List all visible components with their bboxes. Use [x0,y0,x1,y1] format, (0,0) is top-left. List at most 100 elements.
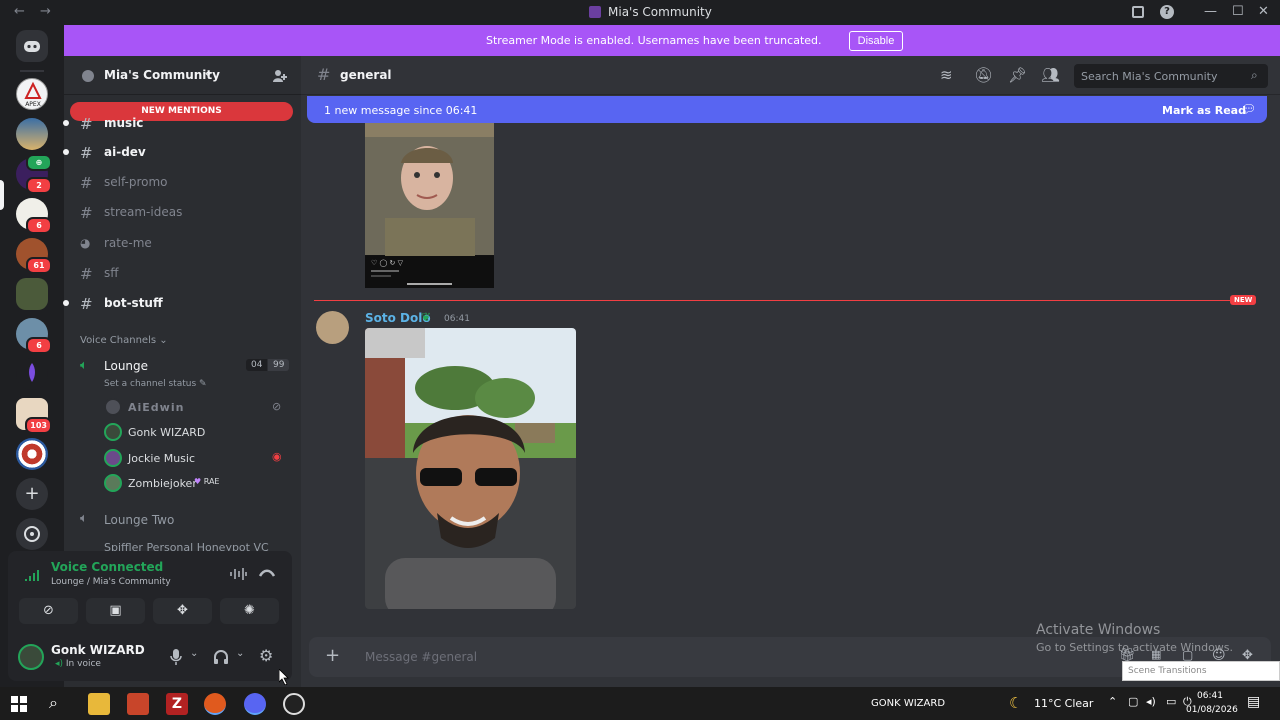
search-input[interactable]: Search Mia's Community ⌕ [1074,64,1268,88]
headphones-icon[interactable] [213,649,229,665]
new-messages-bar[interactable]: 1 new message since 06:41 Mark as Read 💬… [307,96,1267,123]
filezilla-icon[interactable]: Z [166,693,188,715]
screen-share-icon: ▣ [109,603,122,618]
help-icon[interactable]: ? [1160,5,1174,19]
voice-channel-lounge-two[interactable]: 🔈︎ Lounge Two [80,510,290,530]
weather-widget[interactable]: 11°C Clear [1034,697,1093,710]
search-icon: ⌕ [1251,68,1258,82]
taskbar-user[interactable]: GONK WIZARD [871,698,945,709]
file-explorer-icon[interactable] [88,693,110,715]
channel-music[interactable]: # music [63,110,290,136]
hash-icon: # [80,115,93,133]
speaker-icon: ◂) [55,659,64,669]
selected-server-pill [0,180,4,210]
gear-icon[interactable]: ⚙ [259,646,273,665]
server-cowboy[interactable]: 6 [16,318,52,354]
pinned-messages-icon[interactable]: 📌︎ [1008,66,1027,84]
clock-date[interactable]: 01/08/2026 [1186,705,1238,715]
notification-settings-icon[interactable]: 🔕︎ [974,66,993,84]
maximize-button[interactable]: ☐ [1232,4,1244,19]
network-icon[interactable]: ▭ [1166,695,1176,708]
server-sunday[interactable]: 6 [16,198,52,234]
scene-transitions-popup[interactable]: Scene Transitions [1122,661,1280,681]
avatar[interactable] [316,311,349,344]
voice-channel-lounge[interactable]: 🔈︎ Lounge 04 99 [80,357,290,377]
channel-bot-stuff[interactable]: # bot-stuff [63,290,290,316]
forward-arrow-icon[interactable]: → [40,4,51,19]
tray-app-icon[interactable]: ▢ [1128,695,1138,708]
add-server-icon[interactable]: + [16,478,48,510]
hash-icon: # [80,265,93,283]
server-portrait[interactable]: 61 [16,238,52,274]
channel-rate-me[interactable]: ◕ rate-me [80,230,290,256]
server-apex[interactable]: APEX [16,78,48,110]
server-guide-icon [82,70,94,82]
activities-button[interactable]: ✥ [153,598,212,624]
speaker-icon: 🔈︎ [80,511,88,526]
add-attachment-icon[interactable]: + [325,645,340,666]
minimize-button[interactable]: — [1204,4,1217,19]
obs-icon[interactable] [283,693,305,715]
streamer-mode-bar: Streamer Mode is enabled. Usernames have… [64,25,1280,56]
username[interactable]: Gonk WIZARD [51,643,145,657]
user-status: ◂) In voice [55,659,101,669]
message-input[interactable]: Message #general [365,650,477,664]
activate-windows-subtext: Go to Settings to activate Windows. [1036,641,1234,654]
home-button[interactable] [16,30,48,62]
chevron-down-icon[interactable]: ⌄ [236,648,244,659]
microphone-icon[interactable] [169,648,183,666]
screen-share-button[interactable]: ▣ [86,598,145,624]
disable-streamer-button[interactable]: Disable [849,31,903,51]
notifications-icon[interactable]: ▤ [1247,694,1260,710]
channel-self-promo[interactable]: # self-promo [80,169,290,195]
channel-ai-dev[interactable]: # ai-dev [63,139,290,165]
voice-status[interactable]: Voice Connected [51,560,163,574]
brave-browser-icon[interactable] [204,693,226,715]
windows-start-icon[interactable] [11,696,27,712]
discord-taskbar-icon[interactable] [244,693,266,715]
voice-channels-header[interactable]: Voice Channels ⌄ [80,335,168,346]
back-arrow-icon[interactable]: ← [14,4,25,19]
server-target[interactable] [16,438,48,470]
server-rocket[interactable] [16,358,48,390]
channel-sff[interactable]: # sff [80,260,290,286]
channel-title: general [340,68,392,82]
channel-stream-ideas[interactable]: # stream-ideas [80,199,290,225]
server-forest[interactable] [16,278,48,310]
selfie-photo: ♡ ◯ ↻ ▽ [365,123,494,288]
avatar[interactable] [18,644,44,670]
discover-icon[interactable] [16,518,48,550]
tray-chevron-icon[interactable]: ⌃ [1108,695,1117,708]
close-window-button[interactable]: ✕ [1258,4,1269,19]
server-anime[interactable] [16,118,48,150]
mark-as-read-button[interactable]: Mark as Read [1162,104,1246,117]
soundboard-button[interactable]: ✺ [220,598,279,624]
disconnect-icon[interactable] [258,568,276,580]
camera-off-button[interactable]: ⊘ [19,598,78,624]
attachment-image[interactable]: ♡ ◯ ↻ ▽ [365,123,494,288]
voice-location[interactable]: Lounge / Mia's Community [51,577,171,587]
chevron-down-icon: ⌄ [159,335,168,346]
new-label: NEW [1230,295,1257,305]
chevron-down-icon[interactable]: ⌄ [190,648,198,659]
noise-suppression-icon[interactable] [229,567,247,581]
server-comic[interactable]: 103 [16,398,52,434]
member-list-icon[interactable]: 👥︎ [1041,66,1060,84]
camera-off-icon: ⊘ [43,603,54,618]
avatar [104,474,122,492]
rubik-app-icon[interactable] [127,693,149,715]
server-header[interactable]: Mia's Community ⌄ [64,56,301,95]
separator [20,70,44,72]
soundboard-icon: ✺ [244,603,255,618]
threads-icon[interactable]: ≋ [940,66,953,84]
volume-icon[interactable]: ◂) [1146,695,1156,708]
clock-time[interactable]: 06:41 [1197,691,1223,701]
avatar [104,449,122,467]
channel-status-prompt[interactable]: Set a channel status ✎ [104,379,207,389]
search-icon[interactable]: ⌕ [49,693,58,713]
hash-icon: # [80,144,93,162]
inbox-icon[interactable] [1132,6,1144,18]
invite-icon[interactable] [272,68,288,84]
server-purple[interactable]: ⊕ 2 [16,154,52,194]
attachment-image[interactable] [365,328,576,609]
